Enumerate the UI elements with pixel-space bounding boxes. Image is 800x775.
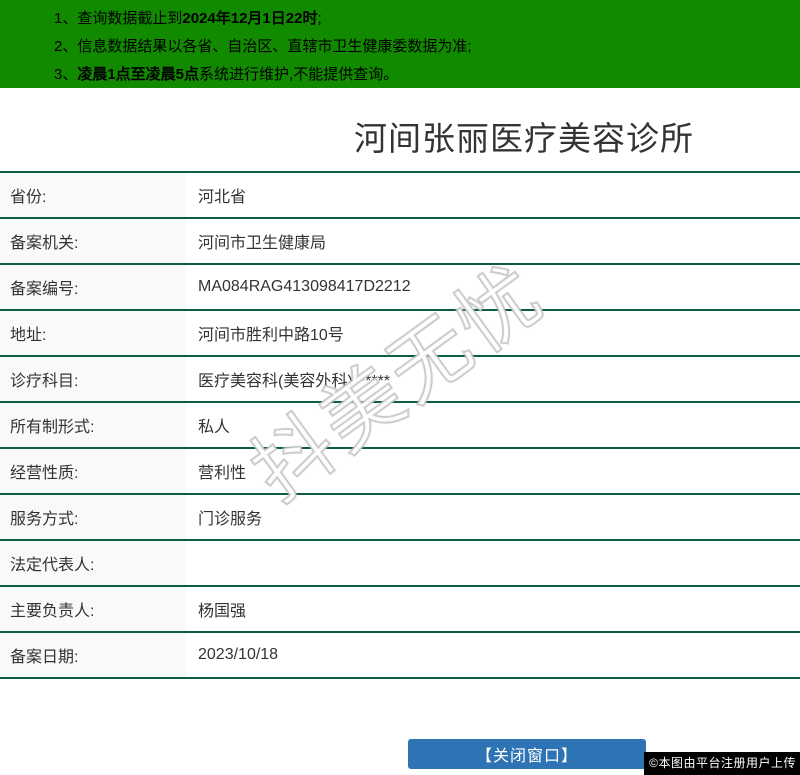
row-label: 法定代表人: [0, 541, 186, 585]
row-value: MA084RAG413098417D2212 [198, 278, 411, 295]
notice-bar: 1、查询数据截止到2024年12月1日22时; 2、信息数据结果以各省、自治区、… [0, 0, 800, 88]
row-value: 营利性 [198, 465, 247, 482]
notice-line-1: 1、查询数据截止到2024年12月1日22时; [54, 5, 800, 33]
table-row-filing-authority: 备案机关: 河间市卫生健康局 [0, 219, 800, 265]
row-value: 2023/10/18 [198, 646, 279, 663]
row-label: 主要负责人: [0, 587, 186, 631]
attribution-note: ©本图由平台注册用户上传 [644, 752, 800, 775]
notice-text: ; [317, 10, 322, 27]
row-label: 备案机关: [0, 219, 186, 263]
table-row-address: 地址: 河间市胜利中路10号 [0, 311, 800, 357]
row-value [186, 541, 800, 585]
notice-number: 2、 [54, 38, 78, 55]
row-value: 河间市胜利中路10号 [198, 327, 344, 344]
row-label: 省份: [0, 173, 186, 217]
notice-bold-text: 2024年12月1日22时 [182, 10, 318, 27]
table-row-service-mode: 服务方式: 门诊服务 [0, 495, 800, 541]
table-row-operation-nature: 经营性质: 营利性 [0, 449, 800, 495]
notice-text: 系统进行维护,不能提供查询。 [199, 66, 399, 83]
info-table: 省份: 河北省 备案机关: 河间市卫生健康局 备案编号: MA084RAG413… [0, 171, 800, 679]
table-row-filing-date: 备案日期: 2023/10/18 [0, 633, 800, 679]
row-value: 门诊服务 [198, 511, 263, 528]
notice-text: 信息数据结果以各省、自治区、直辖市卫生健康委数据为准; [77, 38, 472, 55]
notice-line-3: 3、凌晨1点至凌晨5点系统进行维护,不能提供查询。 [54, 61, 800, 89]
notice-bold-text: 凌晨1点至凌晨5点 [77, 66, 200, 83]
row-label: 经营性质: [0, 449, 186, 493]
table-row-legal-representative: 法定代表人: [0, 541, 800, 587]
notice-text: 查询数据截止到 [77, 10, 183, 27]
row-label: 备案编号: [0, 265, 186, 309]
row-value: 医疗美容科(美容外科)****** [198, 373, 391, 390]
row-label: 备案日期: [0, 633, 186, 677]
row-value: 河间市卫生健康局 [198, 235, 327, 252]
notice-number: 3、 [54, 66, 78, 83]
row-label: 地址: [0, 311, 186, 355]
table-row-province: 省份: 河北省 [0, 173, 800, 219]
table-row-principal: 主要负责人: 杨国强 [0, 587, 800, 633]
table-row-treatment-subjects: 诊疗科目: 医疗美容科(美容外科)****** [0, 357, 800, 403]
row-label: 服务方式: [0, 495, 186, 539]
row-label: 所有制形式: [0, 403, 186, 447]
row-value: 私人 [198, 419, 231, 436]
table-row-ownership-form: 所有制形式: 私人 [0, 403, 800, 449]
notice-line-2: 2、信息数据结果以各省、自治区、直辖市卫生健康委数据为准; [54, 33, 800, 61]
notice-number: 1、 [54, 10, 78, 27]
row-value: 杨国强 [198, 603, 247, 620]
query-result-page: 1、查询数据截止到2024年12月1日22时; 2、信息数据结果以各省、自治区、… [0, 0, 800, 775]
row-value: 河北省 [198, 189, 247, 206]
table-row-filing-number: 备案编号: MA084RAG413098417D2212 [0, 265, 800, 311]
row-label: 诊疗科目: [0, 357, 186, 401]
close-window-button[interactable]: 【关闭窗口】 [408, 739, 646, 769]
page-title: 河间张丽医疗美容诊所 [354, 120, 694, 157]
